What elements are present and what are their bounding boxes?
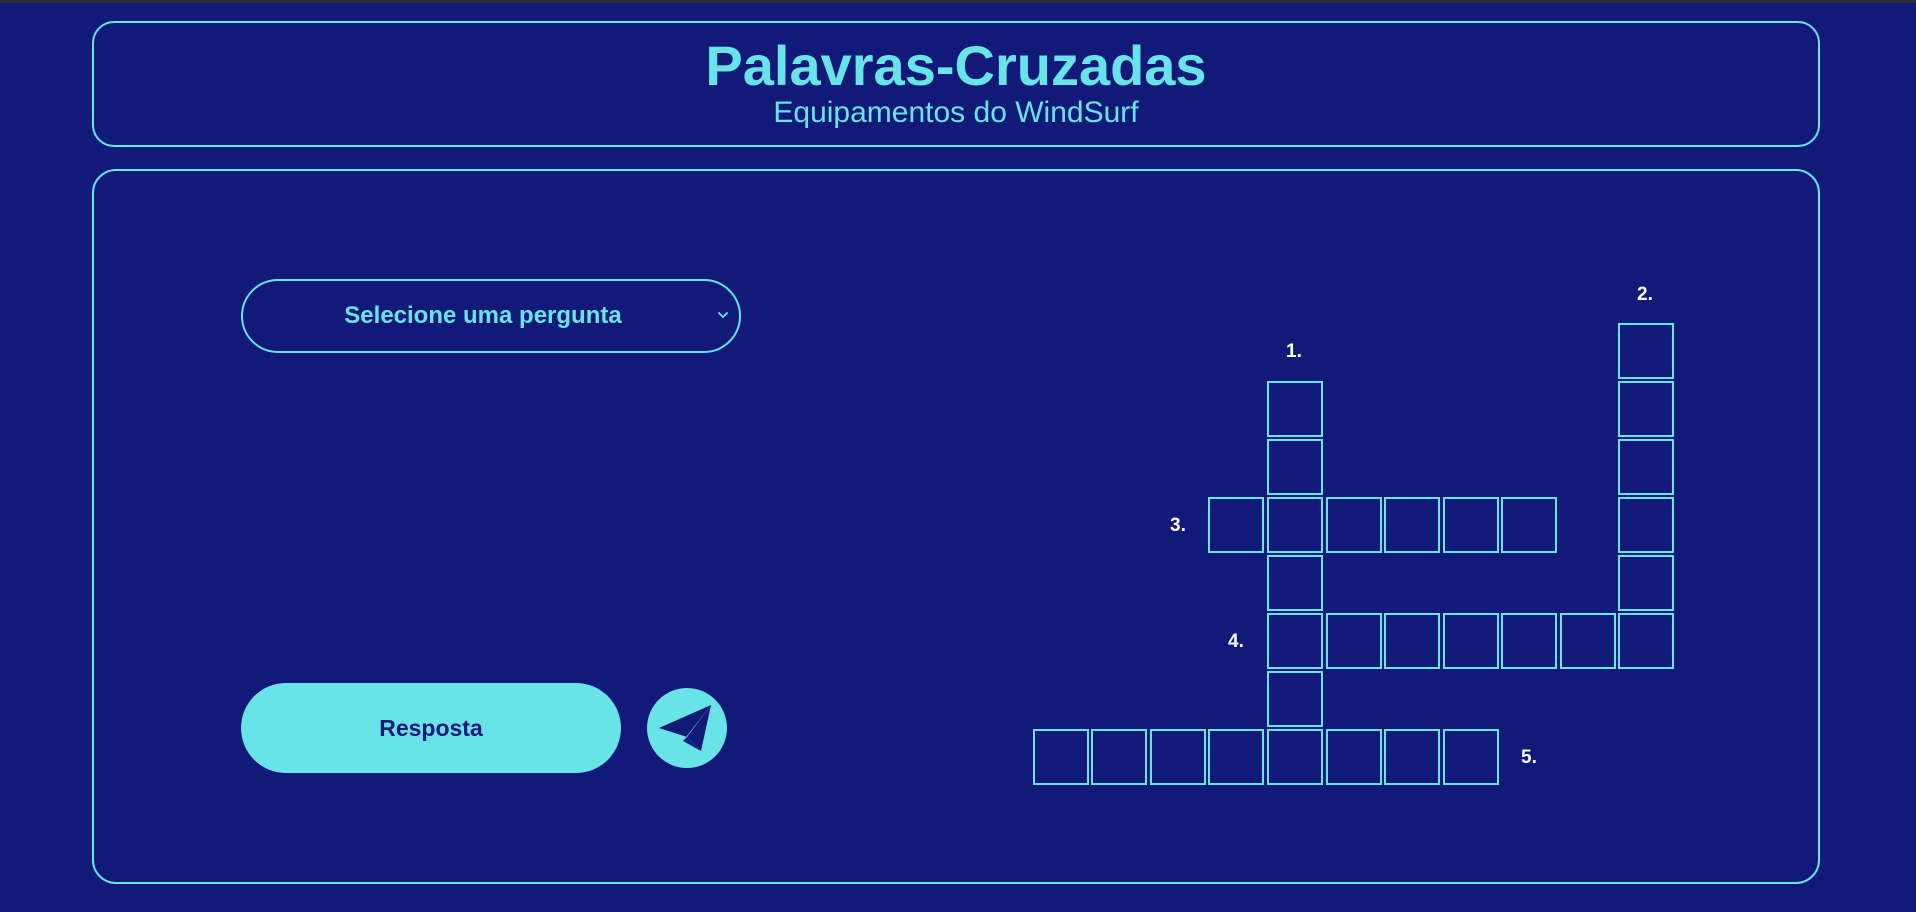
crossword-cell[interactable] xyxy=(1443,613,1499,669)
crossword-cell[interactable] xyxy=(1618,555,1674,611)
crossword-cell[interactable] xyxy=(1384,497,1440,553)
window-top-bar xyxy=(0,0,1916,3)
crossword-cell[interactable] xyxy=(1384,729,1440,785)
clue-number-5: 5. xyxy=(1521,747,1537,768)
page-subtitle: Equipamentos do WindSurf xyxy=(773,96,1139,129)
crossword-cell[interactable] xyxy=(1443,729,1499,785)
answer-button[interactable]: Resposta xyxy=(241,683,621,773)
crossword-cell[interactable] xyxy=(1443,497,1499,553)
question-select-label: Selecione uma pergunta xyxy=(344,302,622,329)
crossword-cell[interactable] xyxy=(1384,613,1440,669)
crossword-cell[interactable] xyxy=(1267,381,1323,437)
crossword-cell[interactable] xyxy=(1208,497,1264,553)
crossword-cell[interactable] xyxy=(1091,729,1147,785)
clue-number-1: 1. xyxy=(1286,341,1302,362)
crossword-cell[interactable] xyxy=(1267,613,1323,669)
crossword-cell[interactable] xyxy=(1267,439,1323,495)
crossword-cell[interactable] xyxy=(1501,613,1557,669)
crossword-cell[interactable] xyxy=(1618,381,1674,437)
crossword-cell[interactable] xyxy=(1208,729,1264,785)
crossword-cell[interactable] xyxy=(1560,613,1616,669)
clue-number-4: 4. xyxy=(1228,631,1244,652)
crossword-cell[interactable] xyxy=(1150,729,1206,785)
crossword-cell[interactable] xyxy=(1267,555,1323,611)
chevron-down-icon xyxy=(718,312,728,318)
crossword-cell[interactable] xyxy=(1501,497,1557,553)
paper-plane-icon xyxy=(659,705,711,751)
crossword-cell[interactable] xyxy=(1618,613,1674,669)
crossword-cell[interactable] xyxy=(1618,323,1674,379)
crossword-cell[interactable] xyxy=(1267,497,1323,553)
crossword-cell[interactable] xyxy=(1618,497,1674,553)
game-panel: Selecione uma pergunta Resposta 1. 2. 3.… xyxy=(92,169,1820,884)
crossword-cell[interactable] xyxy=(1326,729,1382,785)
question-select[interactable]: Selecione uma pergunta xyxy=(241,279,741,353)
header-panel: Palavras-Cruzadas Equipamentos do WindSu… xyxy=(92,21,1820,147)
clue-number-3: 3. xyxy=(1170,515,1186,536)
crossword-cell[interactable] xyxy=(1267,729,1323,785)
page-title: Palavras-Cruzadas xyxy=(705,34,1207,97)
send-button[interactable] xyxy=(647,688,727,768)
clue-number-2: 2. xyxy=(1637,284,1653,305)
crossword-cell[interactable] xyxy=(1267,671,1323,727)
crossword-cell[interactable] xyxy=(1618,439,1674,495)
crossword-cell[interactable] xyxy=(1326,497,1382,553)
crossword-cell[interactable] xyxy=(1033,729,1089,785)
crossword-cell[interactable] xyxy=(1326,613,1382,669)
